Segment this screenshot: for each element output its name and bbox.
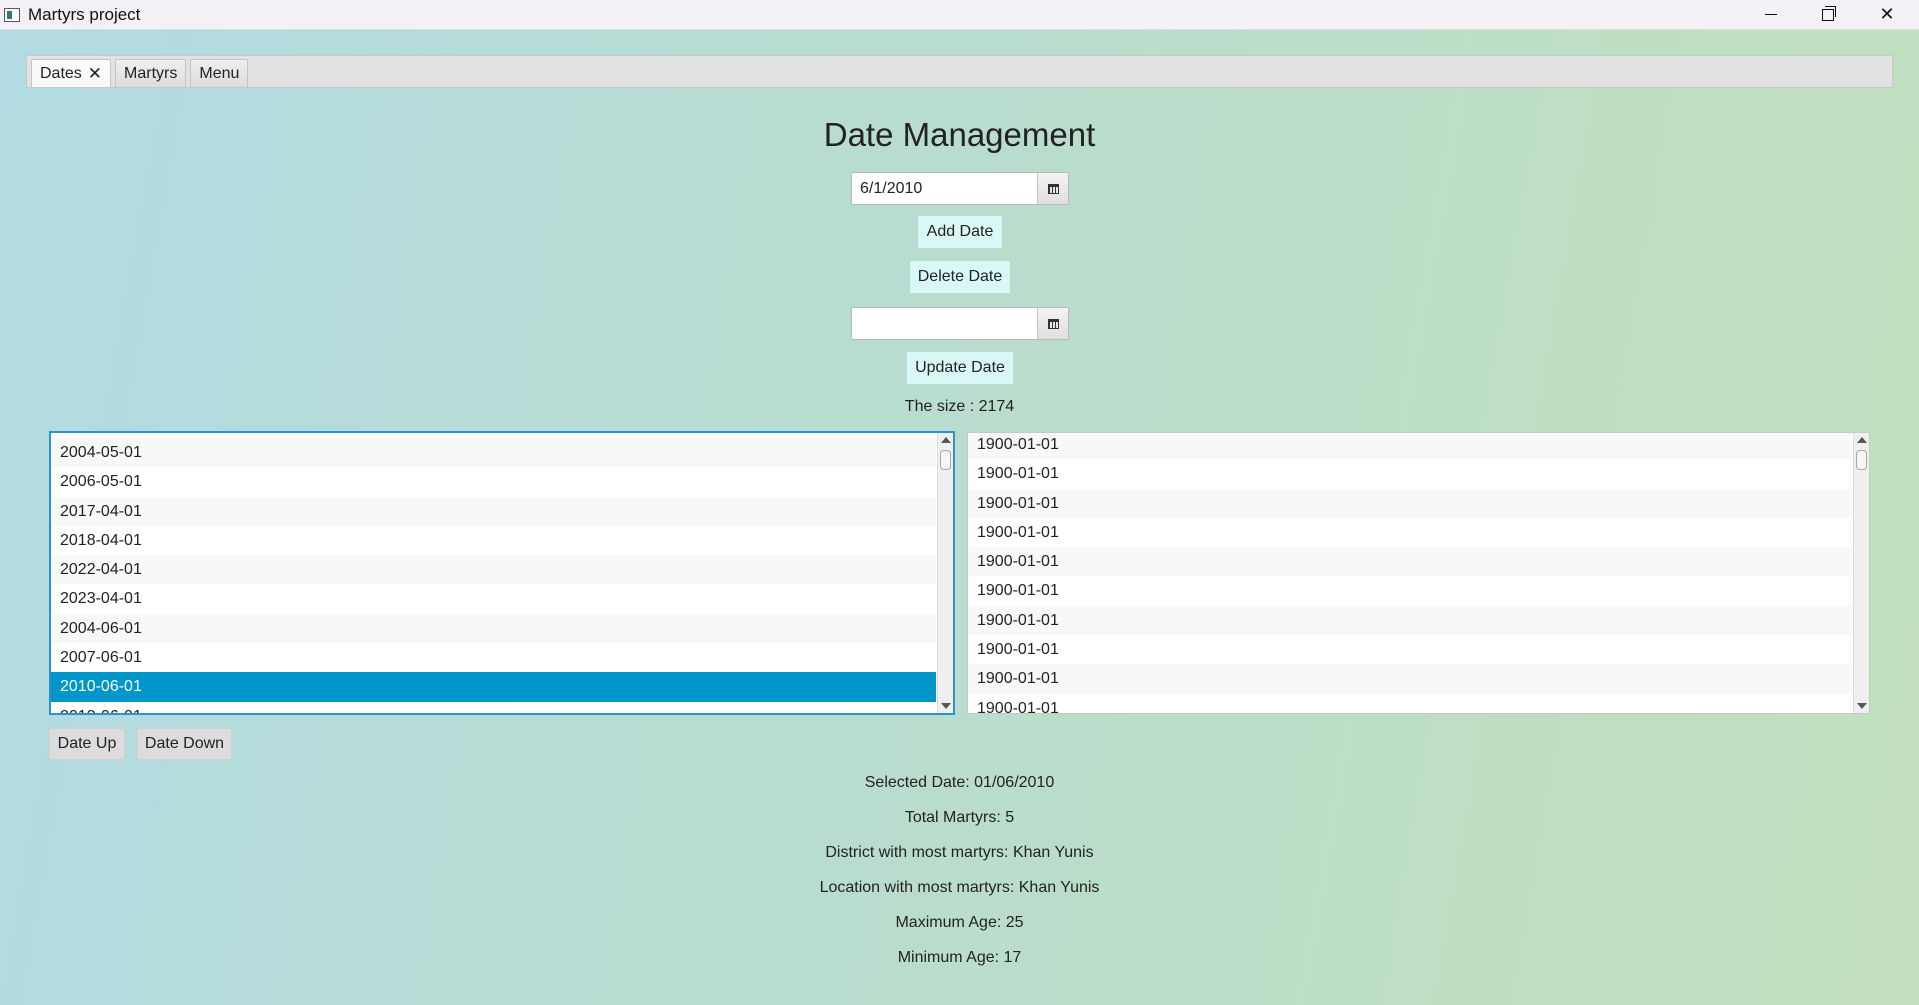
tab-martyrs[interactable]: Martyrs	[115, 59, 187, 87]
total-martyrs-label: Total Martyrs: 5	[904, 809, 1015, 826]
delete-date-button[interactable]: Delete Date	[910, 261, 1010, 293]
date-up-button[interactable]: Date Up	[49, 728, 125, 760]
list-item[interactable]: 2017-04-01	[51, 496, 936, 526]
list-item[interactable]: 2004-05-01	[51, 438, 936, 468]
page-title: Date Management	[823, 116, 1096, 153]
scroll-up-icon[interactable]	[1857, 437, 1867, 443]
date-down-button[interactable]: Date Down	[137, 728, 232, 760]
close-window-button[interactable]: ✕	[1859, 0, 1915, 29]
restore-icon	[1822, 5, 1836, 21]
close-icon: ✕	[1879, 4, 1895, 24]
location-label: Location with most martyrs: Khan Yunis	[819, 879, 1100, 896]
list-item[interactable]: 2006-05-01	[51, 467, 936, 497]
maximize-button[interactable]	[1800, 0, 1856, 29]
tab-label: Martyrs	[124, 64, 178, 82]
add-date-button[interactable]: Add Date	[918, 216, 1002, 248]
list-item[interactable]: 1900-01-01	[968, 433, 1852, 460]
list-item[interactable]: 1900-01-01	[968, 488, 1852, 518]
list-item-selected[interactable]: 2010-06-01	[51, 672, 936, 702]
list-item[interactable]: 1900-01-01	[968, 664, 1852, 694]
list-item[interactable]: 1900-01-01	[968, 605, 1852, 636]
martyrs-list-scrollbar[interactable]	[1853, 433, 1869, 713]
min-age-label: Minimum Age: 17	[897, 949, 1022, 966]
minimize-icon	[1765, 14, 1777, 15]
list-item[interactable]: 1900-01-01	[968, 635, 1852, 665]
date-picker[interactable]: 6/1/2010	[851, 172, 1069, 205]
minimize-button[interactable]	[1743, 0, 1799, 29]
list-item[interactable]: 2007-06-01	[51, 643, 936, 673]
list-item[interactable]: 2023-04-01	[51, 584, 936, 614]
update-date-button[interactable]: Update Date	[907, 352, 1013, 384]
calendar-icon	[1047, 318, 1059, 329]
list-item[interactable]: 1900-01-01	[968, 576, 1852, 606]
calendar-button[interactable]	[1037, 173, 1068, 204]
tab-close-icon[interactable]: ✕	[88, 64, 102, 84]
scroll-up-icon[interactable]	[941, 437, 951, 443]
list-item[interactable]: 1900-01-01	[968, 459, 1852, 489]
tab-label: Dates	[40, 64, 82, 82]
list-item[interactable]: 2022-04-01	[51, 555, 936, 585]
date-input[interactable]: 6/1/2010	[852, 173, 1037, 204]
calendar-button[interactable]	[1037, 308, 1068, 339]
update-date-picker[interactable]	[851, 307, 1069, 340]
app-icon	[4, 7, 20, 22]
list-item[interactable]: 1900-01-01	[968, 547, 1852, 577]
scroll-thumb[interactable]	[1856, 450, 1867, 470]
tab-label: Menu	[199, 64, 240, 82]
list-item[interactable]: 2018-04-01	[51, 525, 936, 556]
tab-dates[interactable]: Dates ✕	[31, 59, 112, 87]
max-age-label: Maximum Age: 25	[895, 914, 1024, 931]
list-item[interactable]: 2013-06-01	[51, 701, 936, 713]
list-item[interactable]: 1900-01-01	[968, 693, 1852, 713]
district-label: District with most martyrs: Khan Yunis	[825, 844, 1094, 861]
dates-list[interactable]: 2004-05-01 2006-05-01 2017-04-01 2018-04-01…	[49, 431, 955, 715]
update-date-input[interactable]	[852, 308, 1037, 339]
tab-bar: Dates ✕ Martyrs Menu	[26, 55, 1893, 88]
scroll-down-icon[interactable]	[941, 703, 951, 709]
scroll-down-icon[interactable]	[1857, 703, 1867, 709]
scroll-thumb[interactable]	[940, 450, 951, 470]
window-title: Martyrs project	[28, 4, 141, 24]
calendar-icon	[1047, 183, 1059, 194]
list-item[interactable]: 1900-01-01	[968, 517, 1852, 548]
selected-date-label: Selected Date: 01/06/2010	[864, 774, 1055, 791]
list-item[interactable]: 2004-06-01	[51, 613, 936, 644]
dates-list-scrollbar[interactable]	[937, 433, 953, 713]
tab-menu[interactable]: Menu	[190, 59, 249, 87]
size-label: The size : 2174	[904, 398, 1015, 415]
martyrs-dates-list[interactable]: 1900-01-01 1900-01-01 1900-01-01 1900-01-01…	[967, 432, 1870, 714]
window-titlebar: Martyrs project ✕	[0, 0, 1919, 30]
